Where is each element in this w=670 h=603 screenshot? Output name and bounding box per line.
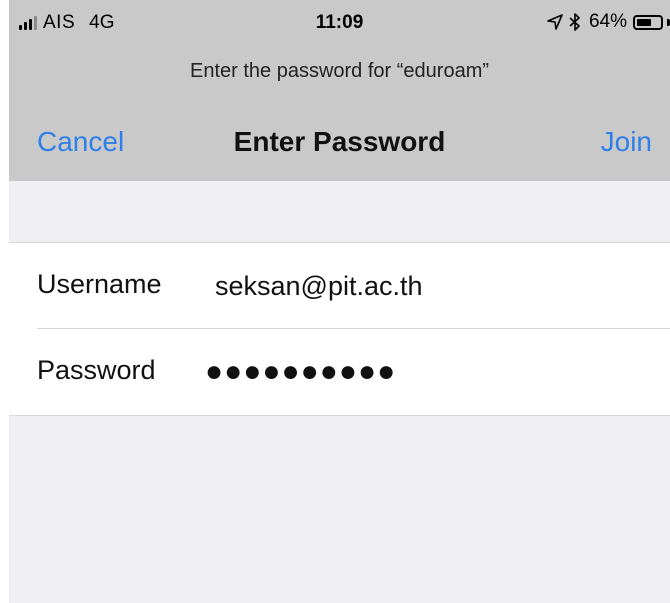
bluetooth-icon xyxy=(569,13,580,31)
join-button[interactable]: Join xyxy=(601,126,652,158)
location-arrow-icon xyxy=(547,14,563,30)
password-row: Password ●●●●●●●●●● xyxy=(9,329,670,415)
battery-fill xyxy=(637,18,651,26)
password-label: Password xyxy=(37,355,156,385)
username-field[interactable] xyxy=(215,263,655,309)
username-label: Username xyxy=(37,269,162,299)
status-right: 64% xyxy=(547,11,670,33)
cancel-button[interactable]: Cancel xyxy=(37,126,124,158)
battery-percent: 64% xyxy=(588,11,627,32)
header: AIS 4G 11:09 64% Enter the password for … xyxy=(9,0,670,181)
password-field[interactable]: ●●●●●●●●●● xyxy=(205,349,645,395)
username-row: Username xyxy=(9,243,670,329)
status-bar: AIS 4G 11:09 64% xyxy=(9,0,670,44)
network-prompt: Enter the password for “eduroam” xyxy=(189,60,490,82)
navigation-bar: Cancel Enter Password Join xyxy=(9,120,670,164)
battery-icon xyxy=(633,14,670,30)
wifi-password-screen: AIS 4G 11:09 64% Enter the password for … xyxy=(9,0,670,603)
credentials-group: Username Password ●●●●●●●●●● xyxy=(9,242,670,416)
